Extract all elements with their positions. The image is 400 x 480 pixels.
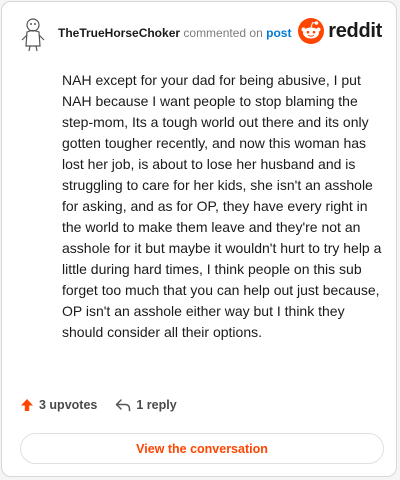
reply-button[interactable]: 1 reply xyxy=(115,398,177,412)
comment-header: TheTrueHorseChoker commented on post red… xyxy=(18,16,382,52)
reddit-logo[interactable]: reddit xyxy=(298,18,382,44)
upvote-count: 3 upvotes xyxy=(39,398,98,412)
post-link[interactable]: post xyxy=(266,26,291,40)
author-name[interactable]: TheTrueHorseChoker xyxy=(58,26,180,40)
reddit-wordmark: reddit xyxy=(328,19,382,42)
view-conversation-button[interactable]: View the conversation xyxy=(20,433,384,464)
user-avatar-icon[interactable] xyxy=(18,16,48,52)
reply-count: 1 reply xyxy=(136,398,177,412)
upvote-button[interactable]: 3 upvotes xyxy=(20,398,97,412)
comment-body: NAH except for your dad for being abusiv… xyxy=(62,72,382,340)
reply-arrow-icon xyxy=(116,399,131,412)
comment-meta: TheTrueHorseChoker commented on post xyxy=(58,26,291,40)
upvote-arrow-icon xyxy=(21,399,33,411)
comment-footer: 3 upvotes 1 reply xyxy=(20,398,195,412)
reddit-alien-icon xyxy=(298,18,325,44)
comment-card: TheTrueHorseChoker commented on post red… xyxy=(1,1,397,477)
action-text: commented on xyxy=(183,26,263,40)
